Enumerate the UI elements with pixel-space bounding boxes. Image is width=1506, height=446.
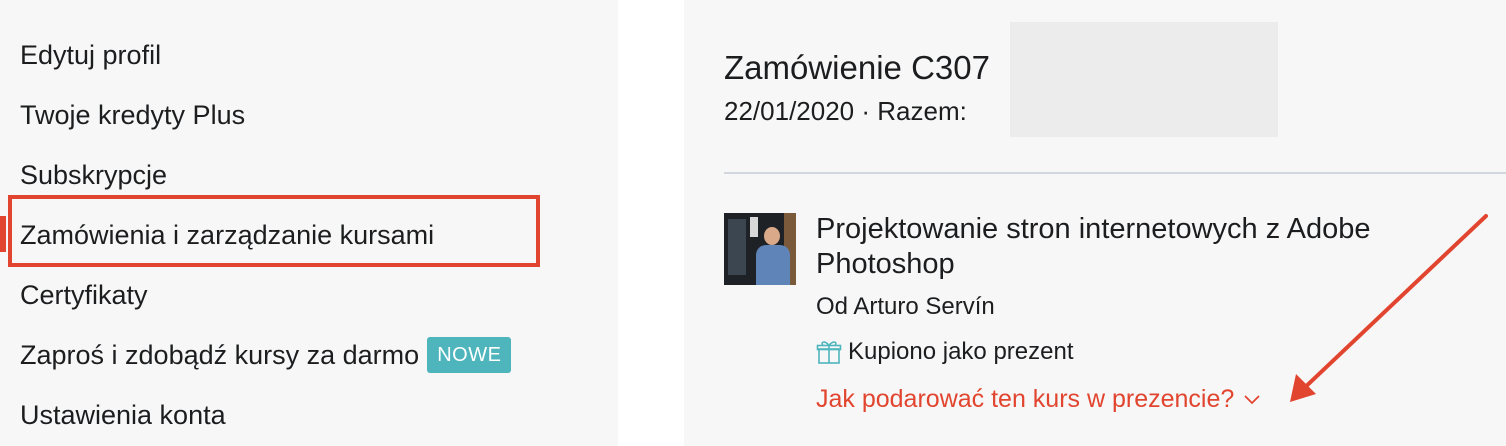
active-item-marker: [0, 216, 6, 252]
sidebar-item-account-settings[interactable]: Ustawienia konta: [20, 398, 226, 432]
sidebar-item-edit-profile[interactable]: Edytuj profil: [20, 38, 161, 72]
order-meta: 22/01/2020 · Razem:: [724, 94, 967, 128]
order-title: Zamówienie C307: [724, 49, 990, 86]
sidebar-item-subscriptions[interactable]: Subskrypcje: [20, 158, 167, 192]
chevron-down-icon: [1244, 395, 1260, 405]
gift-help-link[interactable]: Jak podarować ten kurs w prezencie?: [816, 382, 1262, 416]
account-sidebar: Edytuj profil Twoje kredyty Plus Subskry…: [0, 0, 618, 446]
gift-status-label: Kupiono jako prezent: [848, 338, 1074, 365]
sidebar-item-certificates[interactable]: Certyfikaty: [20, 278, 148, 312]
new-badge: NOWE: [427, 336, 512, 373]
course-title[interactable]: Projektowanie stron internetowych z Adob…: [816, 212, 1456, 282]
gift-help-link-label: Jak podarować ten kurs w prezencie?: [816, 385, 1235, 413]
column-gap: [618, 0, 684, 446]
redaction-block: [1010, 22, 1278, 137]
sidebar-item-invite-label: Zaproś i zdobądź kursy za darmo: [20, 340, 420, 370]
order-date: 22/01/2020: [724, 96, 855, 126]
gift-status: Kupiono jako prezent: [816, 336, 1074, 368]
sidebar-item-orders[interactable]: Zamówienia i zarządzanie kursami: [20, 218, 434, 252]
order-total-label: Razem:: [877, 96, 967, 126]
divider: [724, 172, 1506, 174]
meta-separator: ·: [854, 96, 878, 126]
course-author: Od Arturo Servín: [816, 293, 995, 320]
sidebar-item-plus-credits[interactable]: Twoje kredyty Plus: [20, 98, 245, 132]
sidebar-item-invite[interactable]: Zaproś i zdobądź kursy za darmo NOWE: [20, 336, 512, 375]
order-panel: Zamówienie C307 22/01/2020 · Razem: Proj…: [684, 0, 1506, 446]
course-thumbnail[interactable]: [724, 213, 796, 285]
gift-icon: [816, 341, 842, 364]
